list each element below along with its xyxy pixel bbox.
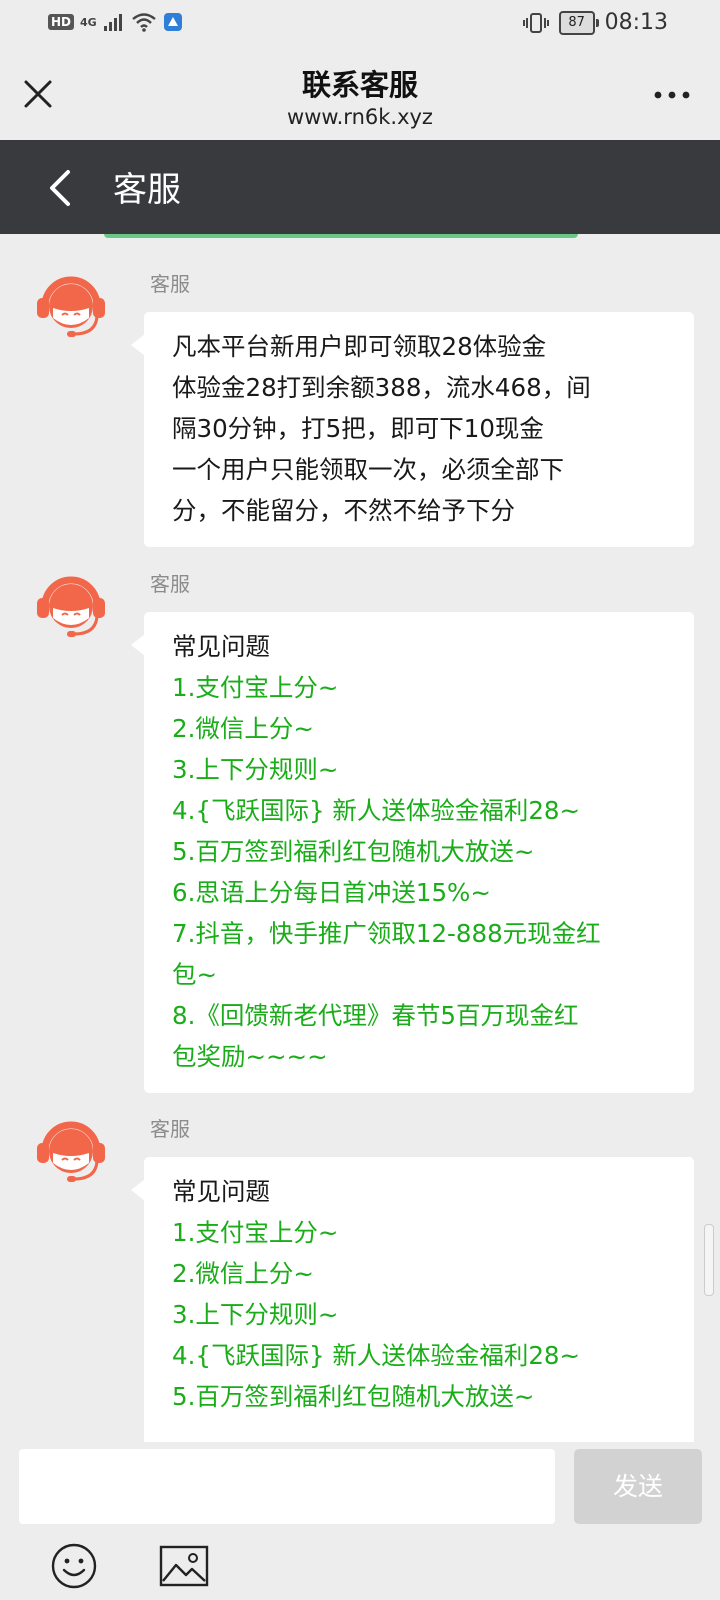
chat-header: 客服 (0, 140, 720, 234)
status-bar: HD 4G 87 08:13 (0, 0, 720, 48)
back-arrow-icon[interactable] (40, 164, 84, 212)
message-bubble: 凡本平台新用户即可领取28体验金体验金28打到余额388，流水468，间 隔30分… (131, 312, 694, 547)
agent-avatar-icon[interactable] (34, 568, 108, 642)
sender-name: 客服 (150, 572, 190, 596)
agent-avatar-icon[interactable] (34, 1113, 108, 1187)
sender-name: 客服 (150, 1117, 190, 1141)
page-title: 联系客服 (301, 68, 418, 102)
send-button[interactable]: 发送 (574, 1449, 702, 1524)
faq-link[interactable]: 4.{飞跃国际} 新人送体验金福利28~ (172, 1335, 674, 1376)
faq-link[interactable]: 3.上下分规则~ (172, 1294, 674, 1335)
message-text: 分，不能留分，不然不给予下分 (172, 496, 515, 525)
faq-link[interactable]: 6.思语上分每日首冲送15%~ (172, 872, 674, 913)
wifi-icon (131, 13, 156, 32)
faq-link[interactable]: 8.《回馈新老代理》春节5百万现金红 (172, 995, 674, 1036)
faq-link[interactable]: 7.抖音，快手推广领取12-888元现金红 (172, 913, 674, 954)
input-bar: 发送 (0, 1442, 720, 1600)
battery-level: 87 (558, 10, 599, 35)
previous-message-edge (104, 234, 578, 238)
message-text: 常见问题 (172, 632, 270, 661)
vibrate-icon (522, 12, 549, 33)
network-type: 4G (80, 15, 97, 29)
chat-area[interactable]: 客服 凡本平台新用户即可领取28体验金 体验金28打到余额388，流水468，间 隔3… (0, 234, 720, 1442)
faq-link[interactable]: 1.支付宝上分~ (172, 667, 674, 708)
signal-icon (103, 14, 122, 31)
more-icon[interactable] (652, 88, 692, 102)
faq-link[interactable]: 5.百万签到福利红包随机大放送~ (172, 831, 674, 872)
faq-link[interactable]: 包奖励~~~~ (172, 1036, 674, 1077)
page-url: www.rn6k.xyz (287, 105, 433, 129)
sender-name: 客服 (150, 272, 190, 296)
hd-indicator: HD (48, 14, 75, 30)
message-input[interactable] (19, 1449, 555, 1524)
chat-title: 客服 (113, 170, 181, 210)
message-text: 常见问题 (172, 1177, 270, 1206)
message-bubble: 常见问题 1.支付宝上分~ 2.微信上分~ 3.上下分规则~ 4.{飞跃国际} 新人送体… (131, 612, 694, 1093)
faq-link[interactable]: 4.{飞跃国际} 新人送体验金福利28~ (172, 790, 674, 831)
image-icon[interactable] (159, 1545, 209, 1587)
faq-link[interactable]: 包~ (172, 954, 674, 995)
faq-link[interactable]: 1.支付宝上分~ (172, 1212, 674, 1253)
scrollbar[interactable] (704, 1224, 714, 1296)
status-time: 08:13 (604, 10, 668, 35)
agent-avatar-icon[interactable] (34, 268, 108, 342)
emoji-icon[interactable] (50, 1542, 98, 1590)
message-text: 隔30分钟，打5把，即可下10现金 (172, 414, 544, 443)
title-bar: 联系客服 www.rn6k.xyz (0, 48, 720, 140)
message-text: 凡本平台新用户即可领取28体验金 (172, 332, 547, 361)
faq-link[interactable]: 3.上下分规则~ (172, 749, 674, 790)
faq-link[interactable]: 2.微信上分~ (172, 708, 674, 749)
message-bubble: 常见问题 1.支付宝上分~ 2.微信上分~ 3.上下分规则~ 4.{飞跃国际} 新人送体… (131, 1157, 694, 1442)
app-notification-icon (163, 13, 182, 31)
faq-link[interactable]: 5.百万签到福利红包随机大放送~ (172, 1376, 674, 1417)
message-text: 一个用户只能领取一次，必须全部下 (172, 455, 564, 484)
message-text: 体验金28打到余额388，流水468，间 (172, 373, 591, 402)
faq-link[interactable]: 2.微信上分~ (172, 1253, 674, 1294)
